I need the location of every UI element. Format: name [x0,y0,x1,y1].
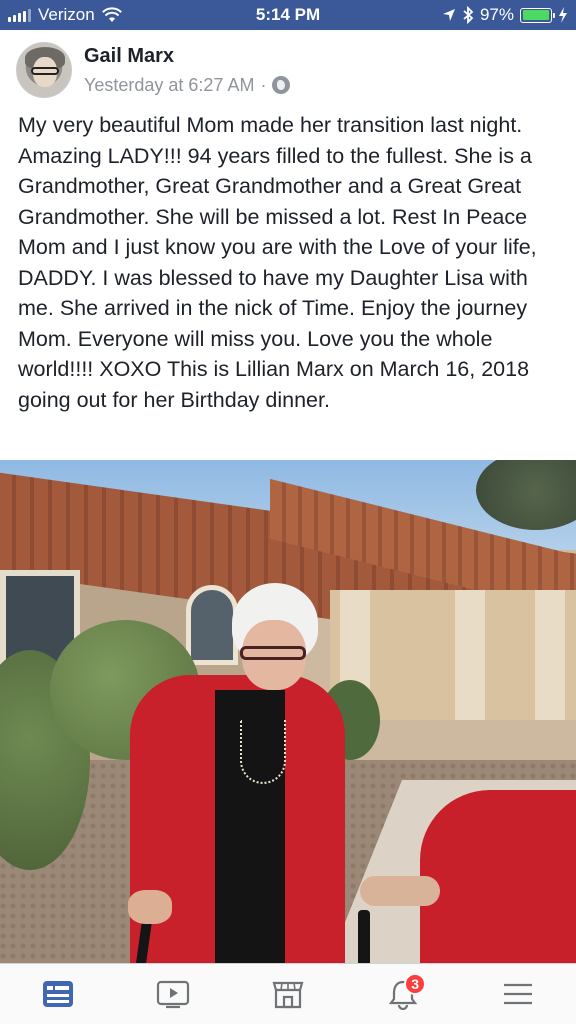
bluetooth-icon [463,6,474,24]
status-bar: Verizon 5:14 PM 97% [0,0,576,30]
news-feed-icon [42,981,73,1007]
battery-icon [520,7,555,23]
watch-video-icon [156,980,189,1009]
tab-news-feed[interactable] [28,969,88,1019]
post-photo[interactable] [0,460,576,963]
marketplace-icon [272,981,304,1009]
tab-notifications[interactable]: 3 [373,969,433,1019]
post-timestamp[interactable]: Yesterday at 6:27 AM [84,73,254,97]
post-header: Gail Marx Yesterday at 6:27 AM · [16,42,291,98]
author-name[interactable]: Gail Marx [84,43,290,69]
battery-percent: 97% [479,5,514,24]
separator-dot: · [260,75,267,95]
location-arrow-icon [442,9,455,21]
bottom-tab-bar: 3 [0,963,576,1024]
battery-level-fill [522,10,549,20]
tab-watch[interactable] [143,969,203,1019]
photo-second-person [420,790,576,963]
photo-arched-window [186,585,238,665]
charging-bolt-icon [559,7,567,23]
post-text: My very beautiful Mom made her transitio… [18,113,537,412]
status-right: 97% [442,5,568,25]
menu-icon [504,983,533,1005]
avatar[interactable] [16,42,72,98]
tab-menu[interactable] [488,969,548,1019]
notification-badge: 3 [404,973,427,995]
post-meta: Gail Marx Yesterday at 6:27 AM · [84,43,291,97]
tab-marketplace[interactable] [258,969,318,1019]
globe-icon[interactable] [272,76,291,94]
post-time-row: Yesterday at 6:27 AM · [84,73,291,97]
